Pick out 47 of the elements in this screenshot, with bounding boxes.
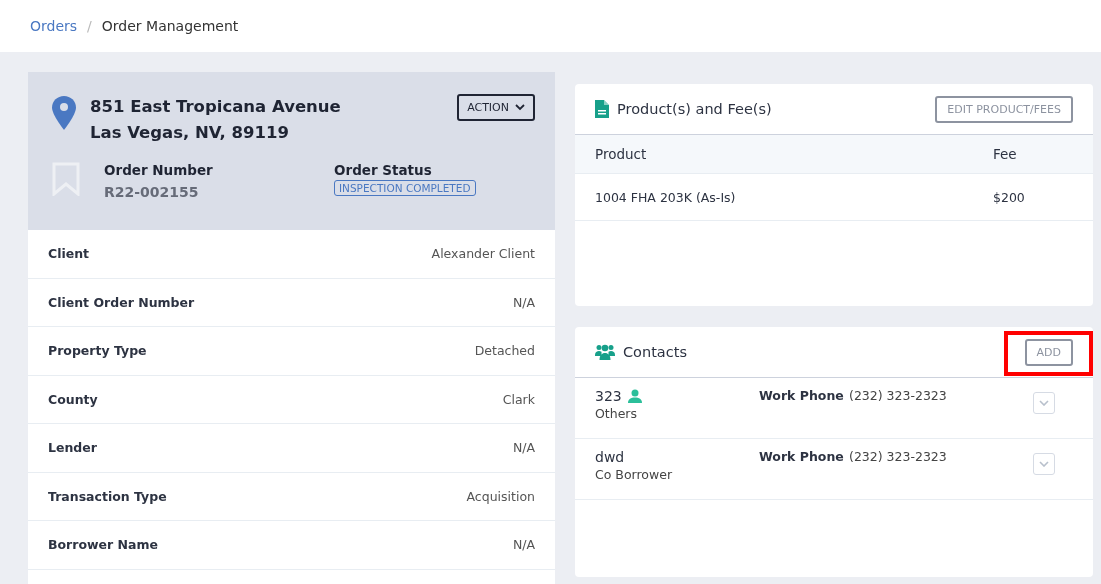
action-button[interactable]: ACTION [457, 94, 535, 121]
location-pin-icon [52, 96, 76, 130]
status-badge: INSPECTION COMPLETED [334, 180, 476, 196]
order-status-label: Order Status [334, 162, 433, 178]
chevron-down-icon [1039, 461, 1049, 467]
phone-number: (232) 323-2323 [849, 449, 948, 466]
detail-value: Clark [502, 391, 535, 407]
people-icon [595, 344, 615, 360]
detail-value: Acquisition [466, 488, 535, 504]
detail-label: Client [48, 246, 90, 262]
phone-number: (232) 323-2323 [849, 388, 948, 405]
order-number-label: Order Number [104, 162, 214, 178]
contact-name: 323 [595, 388, 622, 404]
contact-role: Co Borrower [595, 467, 674, 482]
breadcrumb-current: Order Management [101, 18, 239, 34]
table-cell-text: $200 [993, 189, 1026, 205]
property-address: 851 East Tropicana Avenue Las Vegas, NV, 89119 [90, 96, 342, 144]
breadcrumb-separator: / [87, 18, 92, 34]
detail-label: County [48, 391, 98, 407]
expand-button[interactable] [1033, 453, 1055, 475]
expand-button[interactable] [1033, 392, 1055, 414]
phone-label: Work Phone [759, 388, 845, 405]
add-contact-button[interactable]: ADD [1024, 338, 1073, 366]
column-header: Product [595, 146, 648, 162]
contact-name: dwd [595, 449, 625, 465]
caret-icon [515, 104, 525, 111]
column-header: Fee [993, 146, 1018, 162]
contact-role: Others [595, 406, 638, 421]
chevron-down-icon [1039, 400, 1049, 406]
detail-label: Transaction Type [48, 488, 167, 504]
breadcrumb-link[interactable]: Orders [30, 18, 78, 34]
detail-value: N/A [512, 440, 535, 456]
detail-label: Borrower Name [48, 537, 158, 553]
detail-value: N/A [512, 294, 535, 310]
card-title: Contacts [623, 344, 687, 360]
document-icon [595, 100, 609, 118]
card-title: Product(s) and Fee(s) [617, 101, 772, 117]
detail-label: Client Order Number [48, 294, 195, 310]
table-cell-text: 1004 FHA 203K (As-Is) [595, 189, 737, 205]
phone-label: Work Phone [759, 449, 845, 466]
detail-label: Property Type [48, 343, 147, 359]
order-number: R22-002155 [104, 184, 200, 200]
detail-value: Alexander Client [431, 246, 535, 262]
edit-products-button[interactable]: EDIT PRODUCT/FEES [935, 95, 1073, 123]
detail-value: Detached [474, 343, 535, 359]
detail-label: Lender [48, 440, 97, 456]
detail-value: N/A [512, 537, 535, 553]
